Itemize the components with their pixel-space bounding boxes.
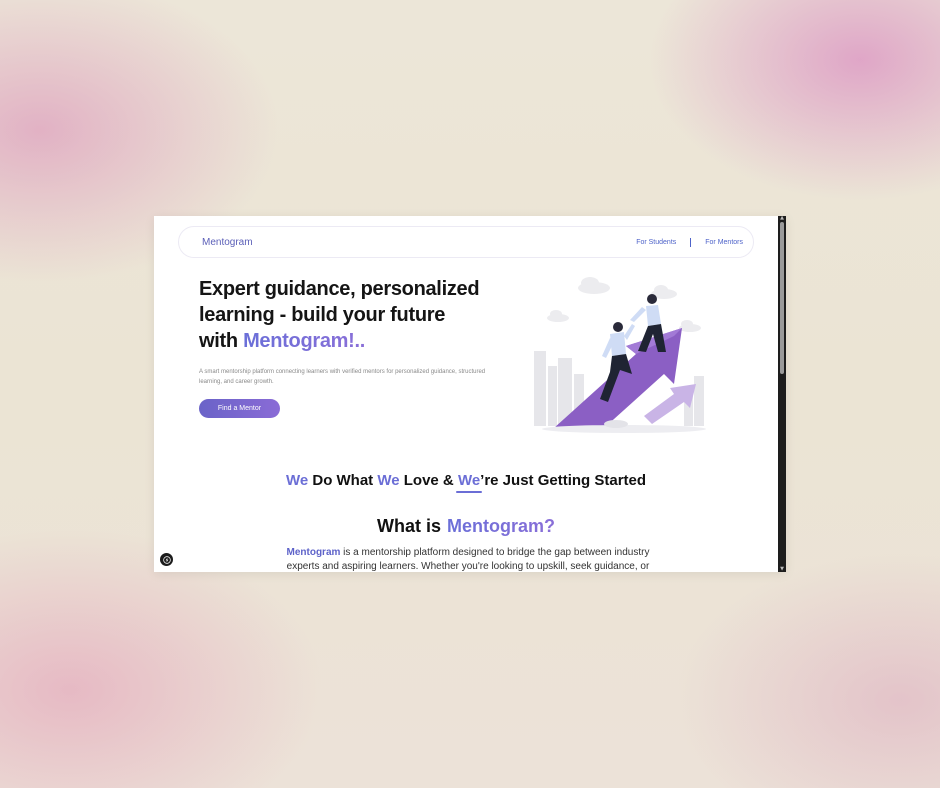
- about-heading-prefix: What is: [376, 516, 441, 536]
- nav-link-for-students[interactable]: For Students: [636, 239, 676, 246]
- hero-illustration: [524, 266, 724, 441]
- hero-title-line-3-prefix: with: [199, 330, 244, 352]
- hero-title-brand: Mentogram!..: [243, 330, 366, 352]
- hero-title: Expert guidance, personalized learning -…: [199, 276, 499, 354]
- nav-links: For Students For Mentors: [636, 237, 743, 247]
- nav-link-for-mentors[interactable]: For Mentors: [705, 239, 743, 246]
- tagline-we-2: We: [377, 472, 400, 489]
- top-navbar: Mentogram For Students For Mentors: [178, 226, 754, 258]
- tagline-part-2: Love &: [399, 472, 458, 489]
- tagline-we-1: We: [285, 472, 309, 489]
- hero-description: A smart mentorship platform connecting l…: [199, 369, 486, 385]
- tagline-part-1: Do What: [308, 472, 378, 489]
- scrollbar-thumb[interactable]: [780, 222, 784, 374]
- find-mentor-button[interactable]: Find a Mentor: [199, 399, 280, 418]
- tagline-part-3: ’re Just Getting Started: [480, 472, 647, 489]
- about-brand-inline: Mentogram: [286, 547, 341, 558]
- hero-title-line-1: Expert guidance, personalized: [199, 278, 480, 300]
- lightning-icon: [162, 555, 171, 564]
- about-heading-brand: Mentogram?: [447, 516, 555, 536]
- tagline-heading: We Do What We Love & We’re Just Getting …: [154, 472, 778, 489]
- about-text: is a mentorship platform designed to bri…: [286, 547, 650, 572]
- vertical-scrollbar[interactable]: ▲ ▼: [778, 216, 786, 572]
- tagline-we-3: We: [457, 472, 481, 489]
- scroll-down-arrow-icon[interactable]: ▼: [779, 567, 785, 572]
- brand-logo[interactable]: Mentogram: [202, 237, 253, 248]
- about-paragraph: Mentogram is a mentorship platform desig…: [276, 546, 660, 572]
- nav-separator: [690, 237, 692, 247]
- browser-viewport: Mentogram For Students For Mentors Exper…: [154, 216, 786, 572]
- scroll-up-arrow-icon[interactable]: ▲: [779, 216, 785, 221]
- floating-action-button[interactable]: [160, 553, 173, 566]
- about-heading: What is Mentogram?: [154, 516, 778, 537]
- hero-title-line-2: learning - build your future: [199, 304, 446, 326]
